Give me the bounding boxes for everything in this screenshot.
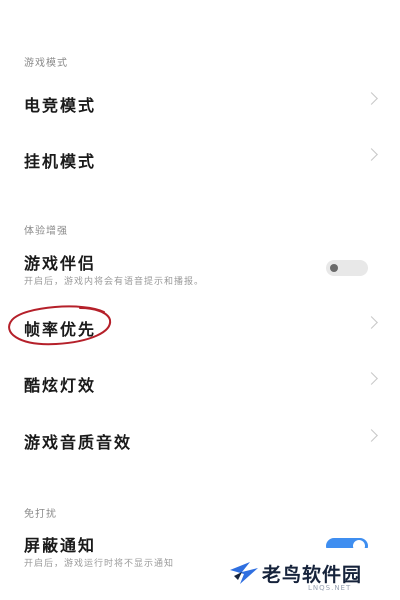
row-esports-mode[interactable]: 电竞模式 bbox=[0, 92, 400, 148]
row-title: 酷炫灯效 bbox=[24, 376, 97, 395]
watermark-text: 老鸟软件园 bbox=[262, 564, 363, 586]
row-cool-lights[interactable]: 酷炫灯效 bbox=[0, 372, 400, 428]
row-title: 挂机模式 bbox=[24, 152, 97, 171]
site-watermark: 老鸟软件园 LNQS.NET bbox=[198, 548, 400, 600]
section-header-experience: 体验增强 bbox=[24, 226, 68, 237]
row-title: 屏蔽通知 bbox=[24, 536, 97, 555]
chevron-right-icon bbox=[365, 316, 378, 329]
watermark-subtext: LNQS.NET bbox=[308, 584, 352, 592]
row-game-sound[interactable]: 游戏音质音效 bbox=[0, 429, 400, 485]
game-companion-toggle[interactable] bbox=[326, 260, 368, 276]
row-description: 开启后，游戏运行时将不显示通知 bbox=[24, 559, 175, 569]
hand-drawn-highlight-circle bbox=[8, 305, 112, 346]
game-settings-page: 游戏模式 电竞模式 挂机模式 体验增强 游戏伴侣 开启后，游戏内将会有语音提示和… bbox=[0, 0, 400, 600]
row-title: 游戏伴侣 bbox=[24, 254, 97, 273]
row-hangup-mode[interactable]: 挂机模式 bbox=[0, 148, 400, 204]
row-title: 电竞模式 bbox=[24, 96, 97, 115]
toggle-knob bbox=[330, 264, 338, 272]
chevron-right-icon bbox=[365, 148, 378, 161]
bird-logo-icon bbox=[230, 562, 258, 584]
row-game-companion[interactable]: 游戏伴侣 开启后，游戏内将会有语音提示和播报。 bbox=[0, 250, 400, 306]
section-header-do-not-disturb: 免打扰 bbox=[24, 509, 57, 520]
chevron-right-icon bbox=[365, 372, 378, 385]
chevron-right-icon bbox=[365, 92, 378, 105]
chevron-right-icon bbox=[365, 429, 378, 442]
section-header-scene-mode: 游戏模式 bbox=[24, 58, 68, 69]
row-title: 游戏音质音效 bbox=[24, 433, 133, 452]
row-description: 开启后，游戏内将会有语音提示和播报。 bbox=[24, 277, 205, 287]
